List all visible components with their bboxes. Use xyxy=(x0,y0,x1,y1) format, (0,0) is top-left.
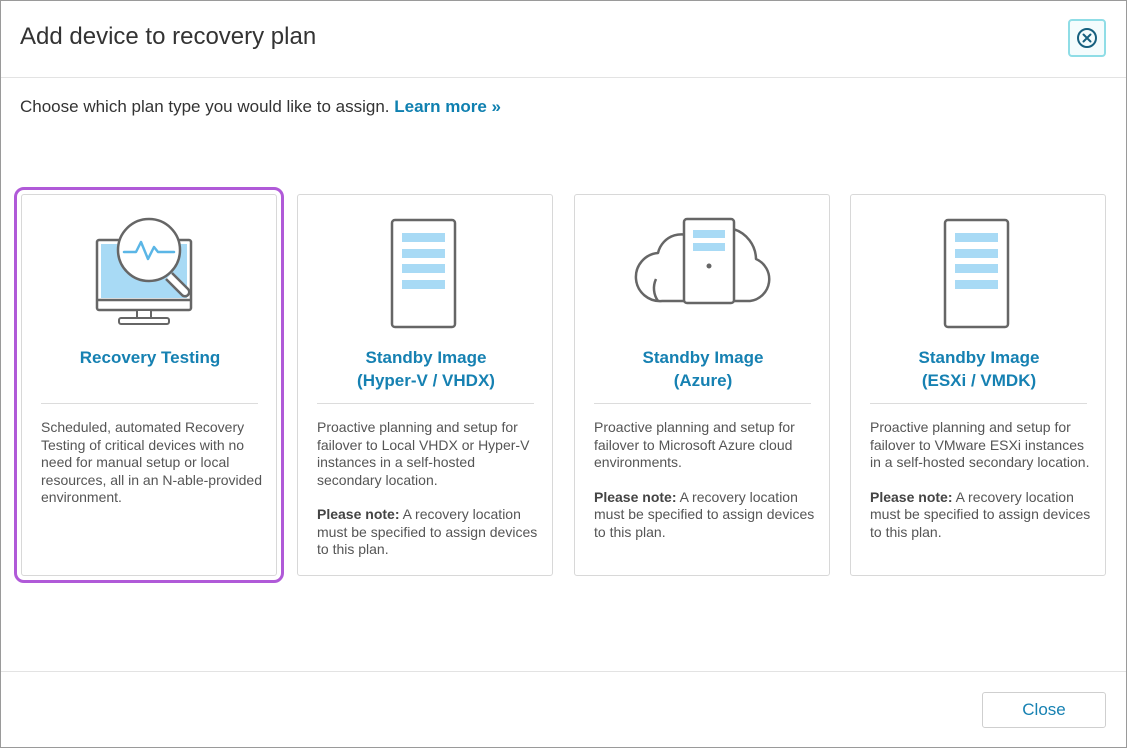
plan-card-standby-azure[interactable]: Standby Image (Azure) Proactive planning… xyxy=(574,194,830,576)
card-divider xyxy=(317,403,534,404)
dialog-title: Add device to recovery plan xyxy=(20,23,317,50)
card-description: Proactive planning and setup for failove… xyxy=(870,419,1091,540)
card-divider xyxy=(41,403,258,404)
close-button[interactable]: Close xyxy=(982,692,1106,728)
intro-text: Choose which plan type you would like to… xyxy=(20,97,501,117)
intro-instruction: Choose which plan type you would like to… xyxy=(20,97,390,116)
card-note: Please note: A recovery location must be… xyxy=(317,506,538,557)
card-title: Standby Image (ESXi / VMDK) xyxy=(918,348,1040,390)
learn-more-link[interactable]: Learn more » xyxy=(394,97,501,116)
plan-card-standby-esxi[interactable]: Standby Image (ESXi / VMDK) Proactive pl… xyxy=(850,194,1106,576)
card-note: Please note: A recovery location must be… xyxy=(870,488,1091,540)
server-tower-icon xyxy=(390,218,457,329)
card-title: Standby Image (Azure) xyxy=(642,348,764,390)
card-title: Recovery Testing xyxy=(79,348,221,367)
dialog-header: Add device to recovery plan xyxy=(1,1,1126,78)
dialog-footer: Close xyxy=(1,671,1126,748)
card-divider xyxy=(594,403,811,404)
card-note: Please note: A recovery location must be… xyxy=(594,488,815,540)
server-tower-icon xyxy=(943,218,1010,329)
cloud-server-icon xyxy=(634,217,771,305)
close-circle-icon xyxy=(1077,28,1097,48)
dialog: Add device to recovery plan Choose which… xyxy=(0,0,1127,748)
card-description: Scheduled, automated Recovery Testing of… xyxy=(41,419,262,505)
monitor-magnifier-icon xyxy=(95,217,193,325)
plan-card-standby-hyperv[interactable]: Standby Image (Hyper-V / VHDX) Proactive… xyxy=(297,194,553,576)
plan-card-recovery-testing[interactable]: Recovery Testing Scheduled, automated Re… xyxy=(14,187,284,583)
card-divider xyxy=(870,403,1087,404)
card-description: Proactive planning and setup for failove… xyxy=(317,419,538,557)
close-dialog-button[interactable] xyxy=(1068,19,1106,57)
card-title: Standby Image (Hyper-V / VHDX) xyxy=(357,348,495,390)
card-description: Proactive planning and setup for failove… xyxy=(594,419,815,540)
